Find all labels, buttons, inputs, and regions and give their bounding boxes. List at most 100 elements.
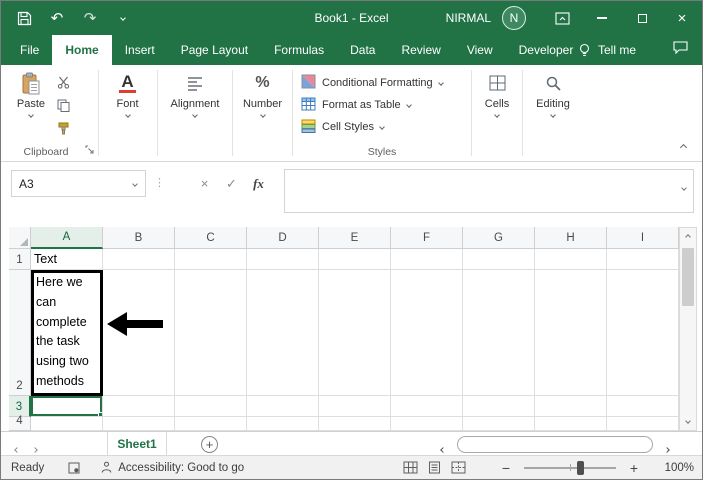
- grid-cell[interactable]: [391, 249, 463, 270]
- format-painter-icon[interactable]: [53, 120, 73, 136]
- expand-formula-bar-icon[interactable]: [681, 179, 687, 193]
- grid-cell[interactable]: [103, 249, 175, 270]
- grid-cell[interactable]: [607, 417, 679, 431]
- record-macro-icon[interactable]: [68, 462, 80, 474]
- vertical-scrollbar-thumb[interactable]: [682, 248, 694, 306]
- conditional-formatting-button[interactable]: Conditional Formatting: [293, 72, 471, 94]
- undo-icon[interactable]: ↶: [48, 9, 66, 27]
- grid-cell[interactable]: [535, 396, 607, 417]
- name-box[interactable]: A3: [11, 170, 146, 197]
- scroll-up-icon[interactable]: [680, 228, 696, 246]
- vertical-scrollbar[interactable]: [679, 227, 697, 431]
- zoom-in-button[interactable]: +: [626, 460, 642, 476]
- grid-cell[interactable]: [607, 270, 679, 396]
- hscroll-right-icon[interactable]: [664, 441, 670, 455]
- tab-developer[interactable]: Developer: [506, 35, 587, 65]
- zoom-out-button[interactable]: −: [498, 460, 514, 476]
- row-header-4[interactable]: 4: [9, 415, 31, 431]
- customize-qat-chevron-icon[interactable]: [114, 9, 132, 27]
- cell-A1[interactable]: Text: [31, 249, 103, 270]
- scroll-down-icon[interactable]: [680, 412, 696, 430]
- grid-cell[interactable]: [103, 396, 175, 417]
- redo-icon[interactable]: ↷: [81, 9, 99, 27]
- tab-formulas[interactable]: Formulas: [261, 35, 337, 65]
- grid-cell[interactable]: [103, 417, 175, 431]
- column-header-H[interactable]: H: [535, 227, 607, 249]
- maximize-button[interactable]: [622, 1, 662, 35]
- enter-entry-button[interactable]: ✓: [218, 170, 245, 197]
- column-header-C[interactable]: C: [175, 227, 247, 249]
- cancel-entry-button[interactable]: ×: [191, 170, 218, 197]
- close-button[interactable]: ×: [662, 1, 702, 35]
- select-all-corner[interactable]: [9, 227, 31, 249]
- tell-me-button[interactable]: Tell me: [578, 35, 636, 65]
- copy-icon[interactable]: [53, 97, 73, 113]
- page-break-preview-icon[interactable]: [446, 458, 470, 478]
- cell-A2[interactable]: Here we can complete the task using two …: [31, 270, 103, 396]
- normal-view-icon[interactable]: [398, 458, 422, 478]
- save-icon[interactable]: [15, 9, 33, 27]
- column-header-B[interactable]: B: [103, 227, 175, 249]
- insert-function-button[interactable]: fx: [245, 170, 272, 197]
- grid-cell[interactable]: [607, 396, 679, 417]
- horizontal-scrollbar-thumb[interactable]: [457, 436, 653, 453]
- grid-cell[interactable]: [247, 249, 319, 270]
- grid-cell[interactable]: [175, 396, 247, 417]
- grid-cell[interactable]: [247, 270, 319, 396]
- cell-styles-button[interactable]: Cell Styles: [293, 116, 471, 138]
- grid-cell[interactable]: [319, 396, 391, 417]
- grid-cell[interactable]: [247, 396, 319, 417]
- account-name[interactable]: NIRMAL: [446, 11, 491, 25]
- font-group-button[interactable]: A Font: [99, 65, 156, 139]
- column-header-F[interactable]: F: [391, 227, 463, 249]
- cell-A3-selected[interactable]: [31, 396, 103, 417]
- grid-cell[interactable]: [31, 417, 103, 431]
- tab-review[interactable]: Review: [388, 35, 453, 65]
- grid-cell[interactable]: [607, 249, 679, 270]
- paste-button[interactable]: Paste: [11, 65, 51, 139]
- formula-input[interactable]: [284, 169, 694, 213]
- cells-group-button[interactable]: Cells: [472, 65, 522, 139]
- column-header-G[interactable]: G: [463, 227, 535, 249]
- grid-cell[interactable]: [319, 249, 391, 270]
- chevron-down-icon[interactable]: [125, 180, 145, 187]
- cut-icon[interactable]: [53, 74, 73, 90]
- row-header-2[interactable]: 2: [9, 270, 31, 396]
- ribbon-display-options-icon[interactable]: [542, 1, 582, 35]
- new-sheet-button[interactable]: +: [201, 436, 218, 453]
- row-header-1[interactable]: 1: [9, 249, 31, 270]
- grid-cell[interactable]: [535, 270, 607, 396]
- tab-home[interactable]: Home: [52, 35, 112, 65]
- zoom-slider[interactable]: [524, 460, 616, 475]
- zoom-level[interactable]: 100%: [660, 462, 694, 474]
- collapse-ribbon-icon[interactable]: [679, 139, 688, 153]
- grid-cell[interactable]: [175, 249, 247, 270]
- grid-cell[interactable]: [463, 396, 535, 417]
- column-header-D[interactable]: D: [247, 227, 319, 249]
- comment-icon[interactable]: [672, 40, 689, 58]
- grid-cell[interactable]: [463, 249, 535, 270]
- column-header-I[interactable]: I: [607, 227, 679, 249]
- grid-cell[interactable]: [463, 270, 535, 396]
- tab-view[interactable]: View: [454, 35, 506, 65]
- tab-data[interactable]: Data: [337, 35, 388, 65]
- grid-cell[interactable]: [535, 417, 607, 431]
- grid-cell[interactable]: [175, 270, 247, 396]
- accessibility-status[interactable]: Accessibility: Good to go: [100, 461, 244, 474]
- row-header-3[interactable]: 3: [9, 396, 31, 417]
- editing-group-button[interactable]: Editing: [523, 65, 583, 139]
- minimize-button[interactable]: [582, 1, 622, 35]
- tab-file[interactable]: File: [7, 35, 52, 65]
- fill-handle[interactable]: [98, 412, 102, 416]
- formula-bar-resize-handle[interactable]: ⋮: [154, 176, 165, 189]
- column-header-E[interactable]: E: [319, 227, 391, 249]
- avatar[interactable]: N: [502, 6, 526, 30]
- grid-cell[interactable]: [175, 417, 247, 431]
- grid-cell[interactable]: [391, 417, 463, 431]
- zoom-slider-thumb[interactable]: [577, 460, 585, 475]
- grid-cell[interactable]: [319, 417, 391, 431]
- grid-cell[interactable]: [247, 417, 319, 431]
- previous-sheet-icon[interactable]: [14, 441, 20, 455]
- next-sheet-icon[interactable]: [32, 441, 38, 455]
- format-as-table-button[interactable]: Format as Table: [293, 94, 471, 116]
